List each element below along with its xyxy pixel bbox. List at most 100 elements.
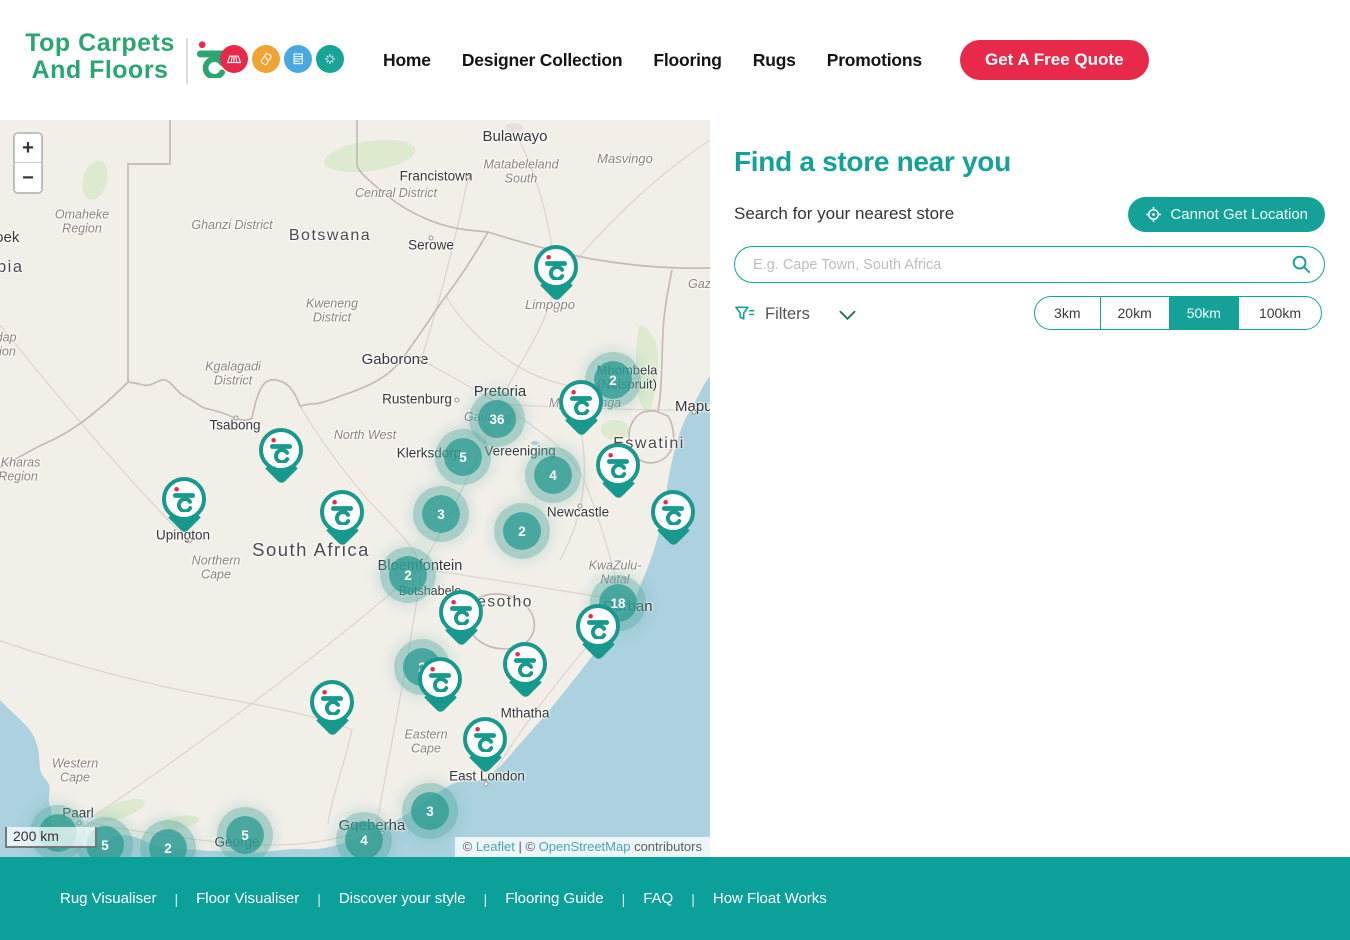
map-scale: 200 km [5,827,97,848]
cluster-count: 2 [404,568,412,583]
tc-logo-icon [162,477,206,521]
store-pin[interactable] [462,717,508,791]
attribution-suffix: contributors [630,839,702,854]
crosshair-icon [1145,206,1162,223]
openstreetmap-link[interactable]: OpenStreetMap [539,839,631,854]
cluster-marker[interactable]: 3 [411,792,449,830]
cluster-marker[interactable]: 2 [503,512,541,550]
logo-badges [220,45,344,73]
footer-link-discover-your-style[interactable]: Discover your style [339,890,466,907]
store-pin[interactable] [319,490,365,564]
cluster-marker[interactable]: 4 [534,456,572,494]
header: Top Carpets And Floors Home Designer Col… [0,0,1350,120]
cluster-count: 2 [164,841,172,856]
footer-link-flooring-guide[interactable]: Flooring Guide [505,890,603,907]
filters-label: Filters [765,305,810,324]
tc-logo-icon [503,642,547,686]
store-pin[interactable] [417,657,463,731]
store-pin[interactable] [650,490,696,564]
tc-logo-icon [534,245,578,289]
footer: Rug Visualiser | Floor Visualiser | Disc… [0,857,1350,940]
attribution-sep: | © [515,839,539,854]
filters-toggle[interactable]: Filters [734,296,856,332]
cluster-marker[interactable]: 36 [478,400,516,438]
cluster-marker[interactable]: 5 [226,816,264,854]
nav-rugs[interactable]: Rugs [753,50,796,71]
brand-line2: And Floors [32,56,169,84]
map-zoom-control: + − [13,132,43,194]
get-free-quote-button[interactable]: Get A Free Quote [960,40,1149,80]
filter-funnel-icon [734,304,755,325]
cluster-count: 2 [609,373,617,388]
cluster-count: 4 [549,468,557,483]
zoom-in-button[interactable]: + [15,134,41,163]
radius-100km-button[interactable]: 100km [1238,296,1322,330]
radius-50km-button[interactable]: 50km [1169,296,1239,330]
radius-filter-group: 3km 20km 50km 100km [1034,296,1322,330]
pattern-burst-icon [316,45,344,73]
cluster-marker[interactable]: 2 [389,556,427,594]
cluster-marker[interactable]: 4 [345,821,383,857]
cluster-marker[interactable]: 5 [444,438,482,476]
footer-link-faq[interactable]: FAQ [643,890,673,907]
map-attribution: © Leaflet | © OpenStreetMap contributors [455,837,710,857]
footer-divider: | [691,891,695,907]
store-pin[interactable] [161,477,207,551]
tc-logo-icon [418,657,462,701]
cluster-count: 2 [518,524,526,539]
brand-logo[interactable]: Top Carpets And Floors [20,30,180,84]
tc-logo-icon [651,490,695,534]
cluster-count: 3 [437,507,445,522]
map-marker-layer: 2365432218235452 [0,120,710,857]
store-pin[interactable] [502,642,548,716]
nav-designer-collection[interactable]: Designer Collection [462,50,623,71]
chevron-down-icon [839,310,856,321]
nav-home[interactable]: Home [383,50,431,71]
store-search-input[interactable] [734,246,1325,283]
cluster-count: 36 [489,412,504,427]
radius-20km-button[interactable]: 20km [1100,296,1170,330]
zoom-out-button[interactable]: − [15,163,41,192]
footer-divider: | [622,891,626,907]
store-pin[interactable] [438,590,484,664]
subtitle: Search for your nearest store [734,204,954,224]
get-location-label: Cannot Get Location [1170,206,1308,223]
store-map[interactable]: BulawayoFrancistownSeroweGaboroneRustenb… [0,120,710,857]
footer-link-rug-visualiser[interactable]: Rug Visualiser [60,890,156,907]
page-title: Find a store near you [734,146,1011,178]
tc-logo-icon [320,490,364,534]
tc-logo-icon [576,604,620,648]
footer-divider: | [484,891,488,907]
store-pin[interactable] [258,428,304,502]
cluster-marker[interactable]: 3 [422,495,460,533]
footer-link-floor-visualiser[interactable]: Floor Visualiser [196,890,299,907]
store-pin[interactable] [309,680,355,754]
store-pin[interactable] [533,245,579,319]
vinyl-roll-icon [252,45,280,73]
tc-logo-icon [596,443,640,487]
radius-3km-button[interactable]: 3km [1034,296,1100,330]
leaflet-link[interactable]: Leaflet [476,839,515,854]
cluster-count: 5 [101,838,109,853]
cluster-count: 4 [360,833,368,848]
cluster-count: 3 [426,804,434,819]
attribution-prefix: © [463,839,476,854]
cluster-marker[interactable]: 2 [149,829,187,857]
main-nav: Home Designer Collection Flooring Rugs P… [383,0,922,120]
tc-logo-icon [463,717,507,761]
footer-divider: | [174,891,178,907]
cluster-count: 5 [459,450,467,465]
store-pin[interactable] [595,443,641,517]
search-icon[interactable] [1291,254,1312,275]
carpet-icon [220,45,248,73]
nav-promotions[interactable]: Promotions [827,50,922,71]
store-pin[interactable] [575,604,621,678]
tc-logo-icon [439,590,483,634]
cluster-count: 5 [241,828,249,843]
tc-logo-icon [559,380,603,424]
brand-line1: Top Carpets [25,29,175,57]
logo-divider [186,38,188,84]
get-location-button[interactable]: Cannot Get Location [1128,197,1325,232]
nav-flooring[interactable]: Flooring [653,50,721,71]
footer-link-how-float-works[interactable]: How Float Works [713,890,827,907]
